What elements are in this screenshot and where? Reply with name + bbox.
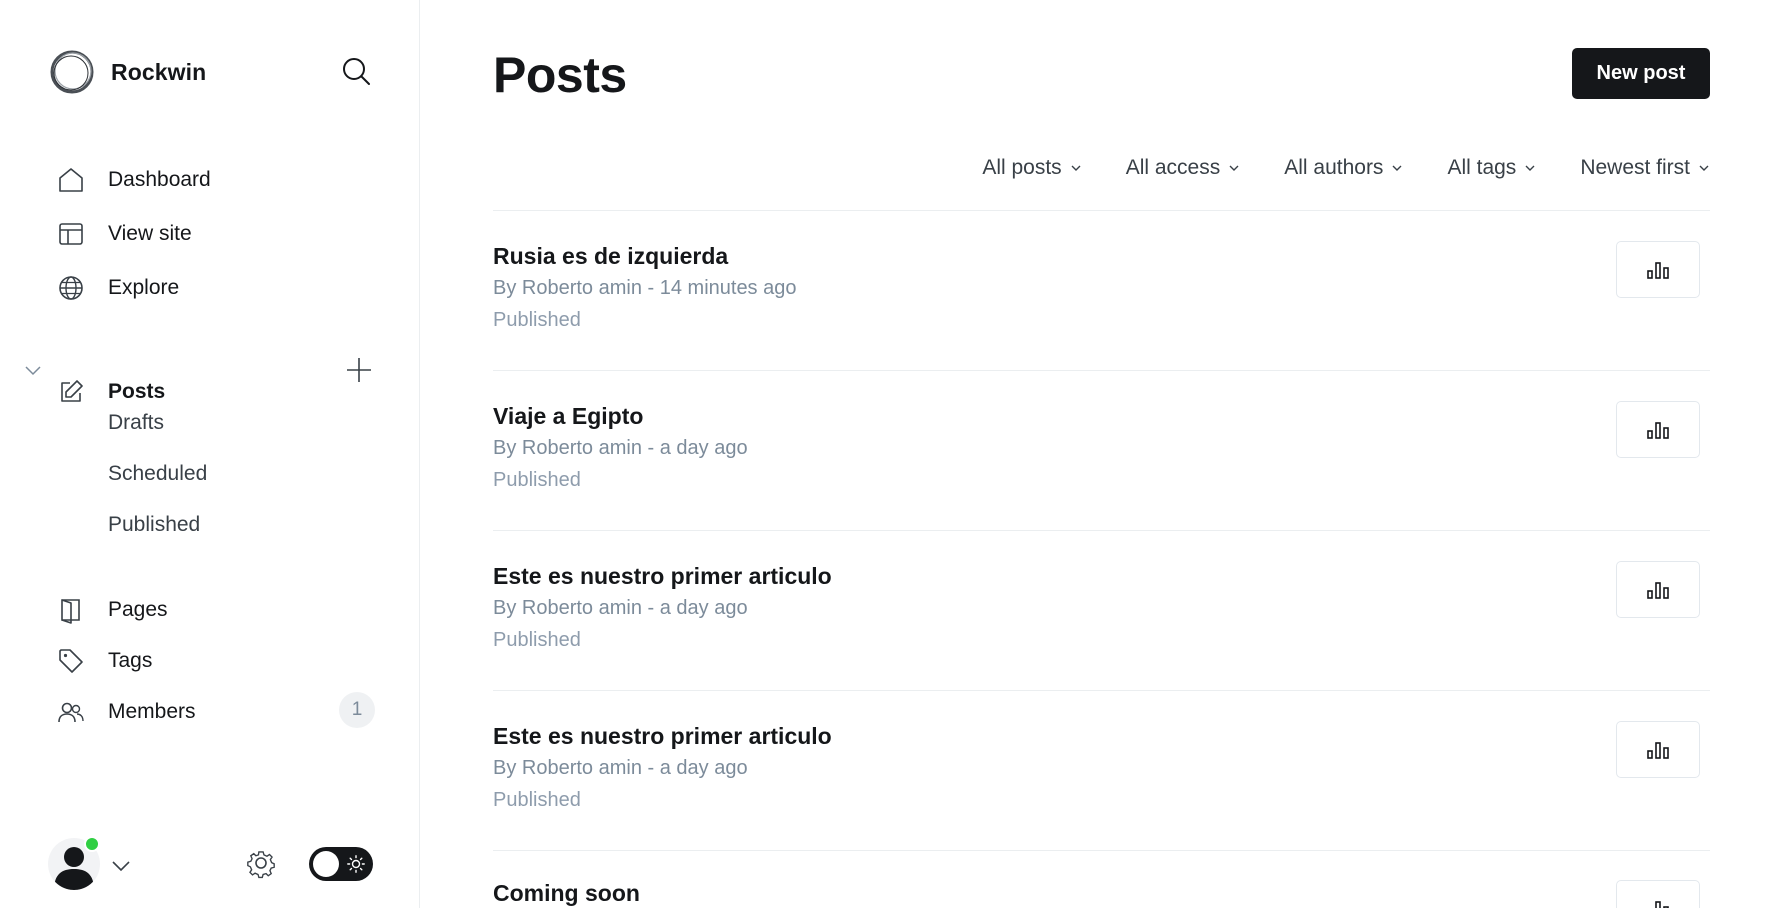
sidebar-item-published[interactable]: Published — [108, 507, 200, 543]
filter-label: Newest first — [1580, 156, 1690, 179]
post-title[interactable]: Este es nuestro primer articulo — [493, 723, 832, 750]
online-status-indicator — [84, 836, 100, 852]
sidebar-item-label: Pages — [108, 598, 168, 621]
filter-label: All posts — [982, 156, 1062, 179]
list-item[interactable]: Este es nuestro primer articulo By Rober… — [493, 531, 1710, 691]
sidebar-item-label: Posts — [108, 380, 166, 403]
sidebar-item-members[interactable]: Members — [57, 692, 196, 732]
sidebar-item-label: Tags — [108, 649, 153, 672]
filter-label: All tags — [1447, 156, 1517, 179]
edit-icon — [57, 378, 85, 406]
post-status: Published — [493, 469, 581, 491]
filter-post-type[interactable]: All posts — [982, 153, 1081, 183]
post-title[interactable]: Rusia es de izquierda — [493, 243, 728, 270]
gear-icon[interactable] — [244, 846, 278, 880]
brand[interactable]: Rockwin — [49, 49, 206, 95]
list-item[interactable]: Rusia es de izquierda By Roberto amin - … — [493, 211, 1710, 371]
sidebar-item-drafts[interactable]: Drafts — [108, 405, 164, 441]
post-analytics-button[interactable] — [1616, 401, 1700, 458]
search-icon[interactable] — [340, 55, 372, 87]
chevron-down-icon — [1392, 165, 1402, 171]
brand-name: Rockwin — [111, 58, 207, 85]
main-content: Posts New post All posts All access All … — [420, 0, 1779, 908]
post-analytics-button[interactable] — [1616, 721, 1700, 778]
members-count-badge: 1 — [339, 692, 375, 728]
sidebar-item-dashboard[interactable]: Dashboard — [57, 160, 211, 200]
sidebar-item-view-site[interactable]: View site — [57, 214, 192, 254]
globe-icon — [57, 274, 85, 302]
tag-icon — [57, 647, 85, 675]
bar-chart-icon — [1647, 581, 1669, 599]
sidebar-item-label: View site — [108, 222, 192, 245]
new-post-button[interactable]: New post — [1572, 48, 1710, 99]
layout-icon — [57, 220, 85, 248]
home-icon — [57, 166, 85, 194]
post-meta: By Roberto amin - 14 minutes ago — [493, 277, 797, 299]
sidebar: Rockwin Dashboard View site Explore Post… — [0, 0, 420, 908]
add-post-icon[interactable] — [345, 356, 373, 384]
bar-chart-icon — [1655, 900, 1669, 908]
filter-authors[interactable]: All authors — [1284, 153, 1403, 183]
filter-tags[interactable]: All tags — [1447, 153, 1536, 183]
post-title[interactable]: Coming soon — [493, 880, 640, 907]
sun-icon — [347, 855, 365, 873]
chevron-down-icon — [1071, 165, 1081, 171]
sidebar-item-pages[interactable]: Pages — [57, 590, 168, 630]
post-title[interactable]: Este es nuestro primer articulo — [493, 563, 832, 590]
sidebar-item-label: Members — [108, 700, 196, 723]
chevron-down-icon — [1699, 165, 1709, 171]
brand-logo-icon — [49, 49, 95, 95]
dark-mode-toggle[interactable] — [309, 847, 373, 881]
sidebar-item-scheduled[interactable]: Scheduled — [108, 456, 207, 492]
sidebar-item-tags[interactable]: Tags — [57, 641, 152, 681]
post-analytics-button[interactable] — [1616, 561, 1700, 618]
list-item[interactable]: Viaje a Egipto By Roberto amin - a day a… — [493, 371, 1710, 531]
list-item[interactable]: Coming soon — [493, 851, 1710, 908]
bar-chart-icon — [1647, 421, 1669, 439]
post-status: Published — [493, 789, 581, 811]
page-icon — [57, 596, 85, 624]
page-title: Posts — [493, 47, 627, 103]
post-analytics-button[interactable] — [1616, 241, 1700, 298]
post-meta: By Roberto amin - a day ago — [493, 597, 748, 619]
post-analytics-button[interactable] — [1616, 880, 1700, 908]
filter-bar: All posts All access All authors All tag… — [938, 153, 1710, 183]
post-status: Published — [493, 629, 581, 651]
post-meta: By Roberto amin - a day ago — [493, 437, 748, 459]
sidebar-item-label: Dashboard — [108, 168, 211, 191]
post-meta: By Roberto amin - a day ago — [493, 757, 748, 779]
bar-chart-icon — [1647, 741, 1669, 759]
toggle-knob — [313, 851, 339, 877]
filter-label: All authors — [1284, 156, 1384, 179]
sidebar-item-label: Explore — [108, 276, 180, 299]
post-status: Published — [493, 309, 581, 331]
chevron-down-icon[interactable] — [111, 856, 131, 876]
sidebar-item-explore[interactable]: Explore — [57, 268, 179, 308]
filter-label: All access — [1125, 156, 1221, 179]
chevron-down-icon[interactable] — [24, 361, 42, 379]
filter-access[interactable]: All access — [1126, 153, 1241, 183]
members-icon — [57, 698, 85, 726]
list-item[interactable]: Este es nuestro primer articulo By Rober… — [493, 691, 1710, 851]
bar-chart-icon — [1647, 261, 1669, 279]
post-title[interactable]: Viaje a Egipto — [493, 403, 643, 430]
chevron-down-icon — [1229, 165, 1239, 171]
filter-sort[interactable]: Newest first — [1580, 153, 1710, 183]
chevron-down-icon — [1525, 165, 1535, 171]
